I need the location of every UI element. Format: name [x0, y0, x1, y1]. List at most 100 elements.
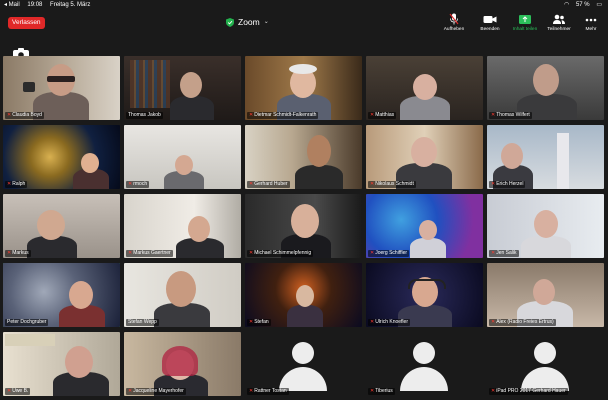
- participant-name: ✕Ulrich Knoefler: [368, 319, 410, 326]
- video-tile[interactable]: ✕Jacqueline Mayerhofer: [124, 332, 241, 396]
- participant-name: ✕Joerg Schiffler: [368, 250, 410, 257]
- video-tile[interactable]: ✕Markus: [3, 194, 120, 258]
- battery-icon: ▭: [596, 2, 602, 8]
- mic-muted-icon: ✕: [7, 388, 12, 394]
- share-content-button[interactable]: Inhalt teilen: [508, 13, 542, 39]
- video-tile[interactable]: ✕Ralph: [3, 125, 120, 189]
- participant-name: ✕Dietmar Schmidt-Falkenrath: [247, 112, 319, 119]
- video-tile[interactable]: ✕Jen Salik: [487, 194, 604, 258]
- more-icon: [585, 18, 597, 22]
- mic-muted-icon: ✕: [7, 250, 12, 256]
- participant-name: ✕Nikolaus Schmidt: [368, 181, 416, 188]
- participant-name: ✕Jacqueline Mayerhofer: [126, 388, 186, 395]
- mic-muted-icon: ✕: [128, 250, 133, 256]
- avatar-icon: [413, 342, 435, 364]
- stop-video-button[interactable]: Beenden: [473, 13, 507, 39]
- participants-label: Teilnehmer: [547, 27, 571, 32]
- participant-name: ✕Michael Schimmelpfennig: [247, 250, 314, 257]
- chevron-down-icon: ⌄: [263, 19, 269, 25]
- participant-name: ✕Stefan: [247, 319, 271, 326]
- participants-icon: [553, 14, 565, 24]
- avatar-icon: [292, 342, 314, 364]
- mic-muted-icon: ✕: [249, 319, 254, 325]
- participant-name: ✕Erich Herzel: [489, 181, 526, 188]
- video-tile[interactable]: ✕Michael Schimmelpfennig: [245, 194, 362, 258]
- video-icon: [483, 16, 497, 23]
- video-tile[interactable]: ✕Gerhard Huber: [245, 125, 362, 189]
- video-tile[interactable]: ✕Nikolaus Schmidt: [366, 125, 483, 189]
- video-tile[interactable]: ✕Thomas Wilfert: [487, 56, 604, 120]
- participant-name: ✕Claudia Boyd: [5, 112, 44, 119]
- more-label: Mehr: [585, 27, 597, 32]
- video-tile-camera-off[interactable]: ✕iPad PRO 2017 Gerhard Hauer: [487, 332, 604, 396]
- video-tile[interactable]: ✕Uwe B.: [3, 332, 120, 396]
- battery-percent: 57 %: [575, 2, 590, 8]
- participant-name: ✕Jen Salik: [489, 250, 519, 257]
- video-tile[interactable]: ✕Joerg Schiffler: [366, 194, 483, 258]
- mic-muted-icon: ✕: [491, 319, 496, 325]
- participant-name: ✕Ralph: [5, 181, 28, 188]
- mic-muted-icon: [449, 13, 459, 25]
- mic-muted-icon: ✕: [370, 112, 375, 118]
- participant-name: ✕Gerhard Huber: [247, 181, 290, 188]
- video-gallery: ✕Claudia Boyd Thomas Jakob ✕Dietmar Schm…: [0, 56, 608, 400]
- video-tile[interactable]: ✕Alex (Radio Freies Ertrus): [487, 263, 604, 327]
- video-tile-camera-off[interactable]: ✕Tiberius: [366, 332, 483, 396]
- participant-name: ✕Uwe B.: [5, 388, 31, 395]
- mic-muted-icon: ✕: [249, 181, 254, 187]
- status-bar: ◂ Mail 19:08 Freitag 5. März ◠ 57 % ▭: [0, 0, 608, 10]
- mic-muted-icon: ✕: [128, 388, 133, 394]
- participant-name: ✕Tiberius: [368, 388, 395, 395]
- unmute-label: Aufheben: [443, 27, 465, 32]
- mic-muted-icon: ✕: [249, 112, 254, 118]
- participant-name: ✕Thomas Wilfert: [489, 112, 532, 119]
- video-tile[interactable]: ✕Dietmar Schmidt-Falkenrath: [245, 56, 362, 120]
- participant-name: ✕Matthias: [368, 112, 397, 119]
- wifi-icon: ◠: [564, 2, 570, 8]
- date: Freitag 5. März: [50, 2, 91, 8]
- video-tile-camera-off[interactable]: ✕Rattner Tostan: [245, 332, 362, 396]
- mic-muted-icon: ✕: [491, 388, 496, 394]
- video-tile[interactable]: ✕Markus Gaertner: [124, 194, 241, 258]
- leave-button[interactable]: Verlassen: [8, 17, 45, 29]
- mic-muted-icon: ✕: [370, 181, 375, 187]
- participant-name: ✕Markus Gaertner: [126, 250, 173, 257]
- video-tile[interactable]: ✕Ulrich Knoefler: [366, 263, 483, 327]
- mic-muted-icon: ✕: [491, 181, 496, 187]
- clock: 19:08: [27, 2, 43, 8]
- participant-name: ✕rmoch: [126, 181, 150, 188]
- mic-muted-icon: ✕: [249, 250, 254, 256]
- shield-icon: [226, 17, 234, 27]
- video-tile[interactable]: ✕Matthias: [366, 56, 483, 120]
- mic-muted-icon: ✕: [370, 319, 375, 325]
- share-screen-icon: [519, 15, 531, 24]
- participant-name: Stefan Wepp: [126, 319, 159, 326]
- meeting-title[interactable]: Zoom ⌄: [226, 16, 269, 28]
- video-tile[interactable]: Stefan Wepp: [124, 263, 241, 327]
- mic-muted-icon: ✕: [7, 181, 12, 187]
- video-tile[interactable]: Thomas Jakob: [124, 56, 241, 120]
- participant-name: Thomas Jakob: [126, 112, 163, 119]
- mic-muted-icon: ✕: [249, 388, 254, 394]
- video-tile[interactable]: ✕rmoch: [124, 125, 241, 189]
- back-to-app-link[interactable]: ◂ Mail: [4, 2, 20, 8]
- mic-muted-icon: ✕: [128, 181, 133, 187]
- participant-name: Peter Dochgruber: [5, 319, 49, 326]
- participant-name: ✕iPad PRO 2017 Gerhard Hauer: [489, 388, 568, 395]
- unmute-button[interactable]: Aufheben: [437, 13, 471, 39]
- meeting-toolbar: Verlassen Zoom ⌄ Aufheben Beenden Inhalt…: [0, 10, 608, 40]
- mic-muted-icon: ✕: [370, 250, 375, 256]
- stop-video-label: Beenden: [480, 27, 500, 32]
- video-tile[interactable]: ✕Erich Herzel: [487, 125, 604, 189]
- mic-muted-icon: ✕: [491, 112, 496, 118]
- video-tile-active-speaker[interactable]: Peter Dochgruber: [3, 263, 120, 327]
- video-tile[interactable]: ✕Claudia Boyd: [3, 56, 120, 120]
- avatar-icon: [534, 342, 556, 364]
- participants-button[interactable]: Teilnehmer: [542, 13, 576, 39]
- video-stats-icon: [23, 82, 35, 92]
- mic-muted-icon: ✕: [7, 112, 12, 118]
- video-tile[interactable]: ✕Stefan: [245, 263, 362, 327]
- participant-name: ✕Alex (Radio Freies Ertrus): [489, 319, 556, 326]
- more-button[interactable]: Mehr: [574, 13, 608, 39]
- participant-name: ✕Rattner Tostan: [247, 388, 289, 395]
